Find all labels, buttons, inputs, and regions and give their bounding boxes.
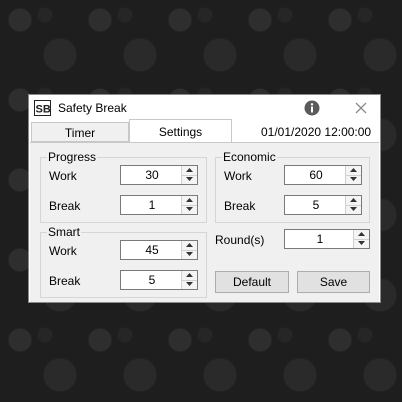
save-button[interactable]: Save <box>297 271 370 293</box>
economic-break-stepper[interactable]: 5 <box>284 195 362 215</box>
window-title: Safety Break <box>58 101 127 115</box>
tab-settings[interactable]: Settings <box>129 119 232 143</box>
economic-work-value: 60 <box>309 168 323 182</box>
spin-arrows <box>181 271 197 289</box>
smart-break-stepper[interactable]: 5 <box>120 270 198 290</box>
safety-break-window: SB Safety Break Timer Settings 01/01/202… <box>28 94 381 303</box>
progress-work-label: Work <box>49 169 77 183</box>
economic-work-label: Work <box>224 169 252 183</box>
chevron-up-icon <box>350 168 357 172</box>
spin-down-button[interactable] <box>182 280 197 289</box>
progress-break-stepper[interactable]: 1 <box>120 195 198 215</box>
progress-break-label: Break <box>49 199 81 213</box>
settings-panel: Progress Work 30 Break 1 Smart Work 45 B… <box>30 142 379 302</box>
rounds-stepper[interactable]: 1 <box>284 229 370 249</box>
smart-group: Smart Work 45 Break 5 <box>40 225 207 298</box>
economic-group: Economic Work 60 Break 5 <box>215 150 370 223</box>
title-bar[interactable]: SB Safety Break <box>29 95 380 121</box>
smart-break-value: 5 <box>148 273 156 287</box>
chevron-down-icon <box>186 177 193 181</box>
tab-timer[interactable]: Timer <box>31 122 129 142</box>
spin-down-button[interactable] <box>354 239 369 248</box>
spin-down-button[interactable] <box>346 175 361 184</box>
chevron-down-icon <box>186 252 193 256</box>
chevron-up-icon <box>186 198 193 202</box>
chevron-down-icon <box>358 241 365 245</box>
desktop-background: { "window": { "title": "Safety Break", "… <box>0 0 402 402</box>
progress-group: Progress Work 30 Break 1 <box>40 150 207 223</box>
chevron-up-icon <box>186 273 193 277</box>
spin-arrows <box>181 241 197 259</box>
economic-work-stepper[interactable]: 60 <box>284 165 362 185</box>
default-button[interactable]: Default <box>215 271 289 293</box>
spin-down-button[interactable] <box>182 250 197 259</box>
spin-down-button[interactable] <box>182 205 197 214</box>
spin-down-button[interactable] <box>182 175 197 184</box>
progress-break-value: 1 <box>148 198 156 212</box>
current-datetime: 01/01/2020 12:00:00 <box>261 125 372 139</box>
spin-arrows <box>181 196 197 214</box>
app-logo-icon: SB <box>34 100 51 116</box>
chevron-down-icon <box>350 207 357 211</box>
svg-text:SB: SB <box>36 104 51 116</box>
spin-arrows <box>353 230 369 248</box>
progress-work-stepper[interactable]: 30 <box>120 165 198 185</box>
close-icon[interactable] <box>351 98 371 118</box>
economic-group-title: Economic <box>222 150 277 164</box>
info-icon[interactable] <box>304 100 320 116</box>
economic-break-value: 5 <box>312 198 320 212</box>
smart-work-stepper[interactable]: 45 <box>120 240 198 260</box>
chevron-down-icon <box>350 177 357 181</box>
chevron-down-icon <box>186 282 193 286</box>
smart-break-label: Break <box>49 274 81 288</box>
spin-arrows <box>345 166 361 184</box>
smart-work-value: 45 <box>145 243 159 257</box>
chevron-up-icon <box>350 198 357 202</box>
rounds-value: 1 <box>316 232 324 246</box>
chevron-up-icon <box>186 168 193 172</box>
progress-work-value: 30 <box>145 168 159 182</box>
chevron-down-icon <box>186 207 193 211</box>
economic-break-label: Break <box>224 199 256 213</box>
smart-work-label: Work <box>49 244 77 258</box>
chevron-up-icon <box>358 232 365 236</box>
smart-group-title: Smart <box>47 225 82 239</box>
chevron-up-icon <box>186 243 193 247</box>
spin-arrows <box>345 196 361 214</box>
rounds-label: Round(s) <box>215 233 265 247</box>
progress-group-title: Progress <box>47 150 98 164</box>
spin-down-button[interactable] <box>346 205 361 214</box>
spin-arrows <box>181 166 197 184</box>
